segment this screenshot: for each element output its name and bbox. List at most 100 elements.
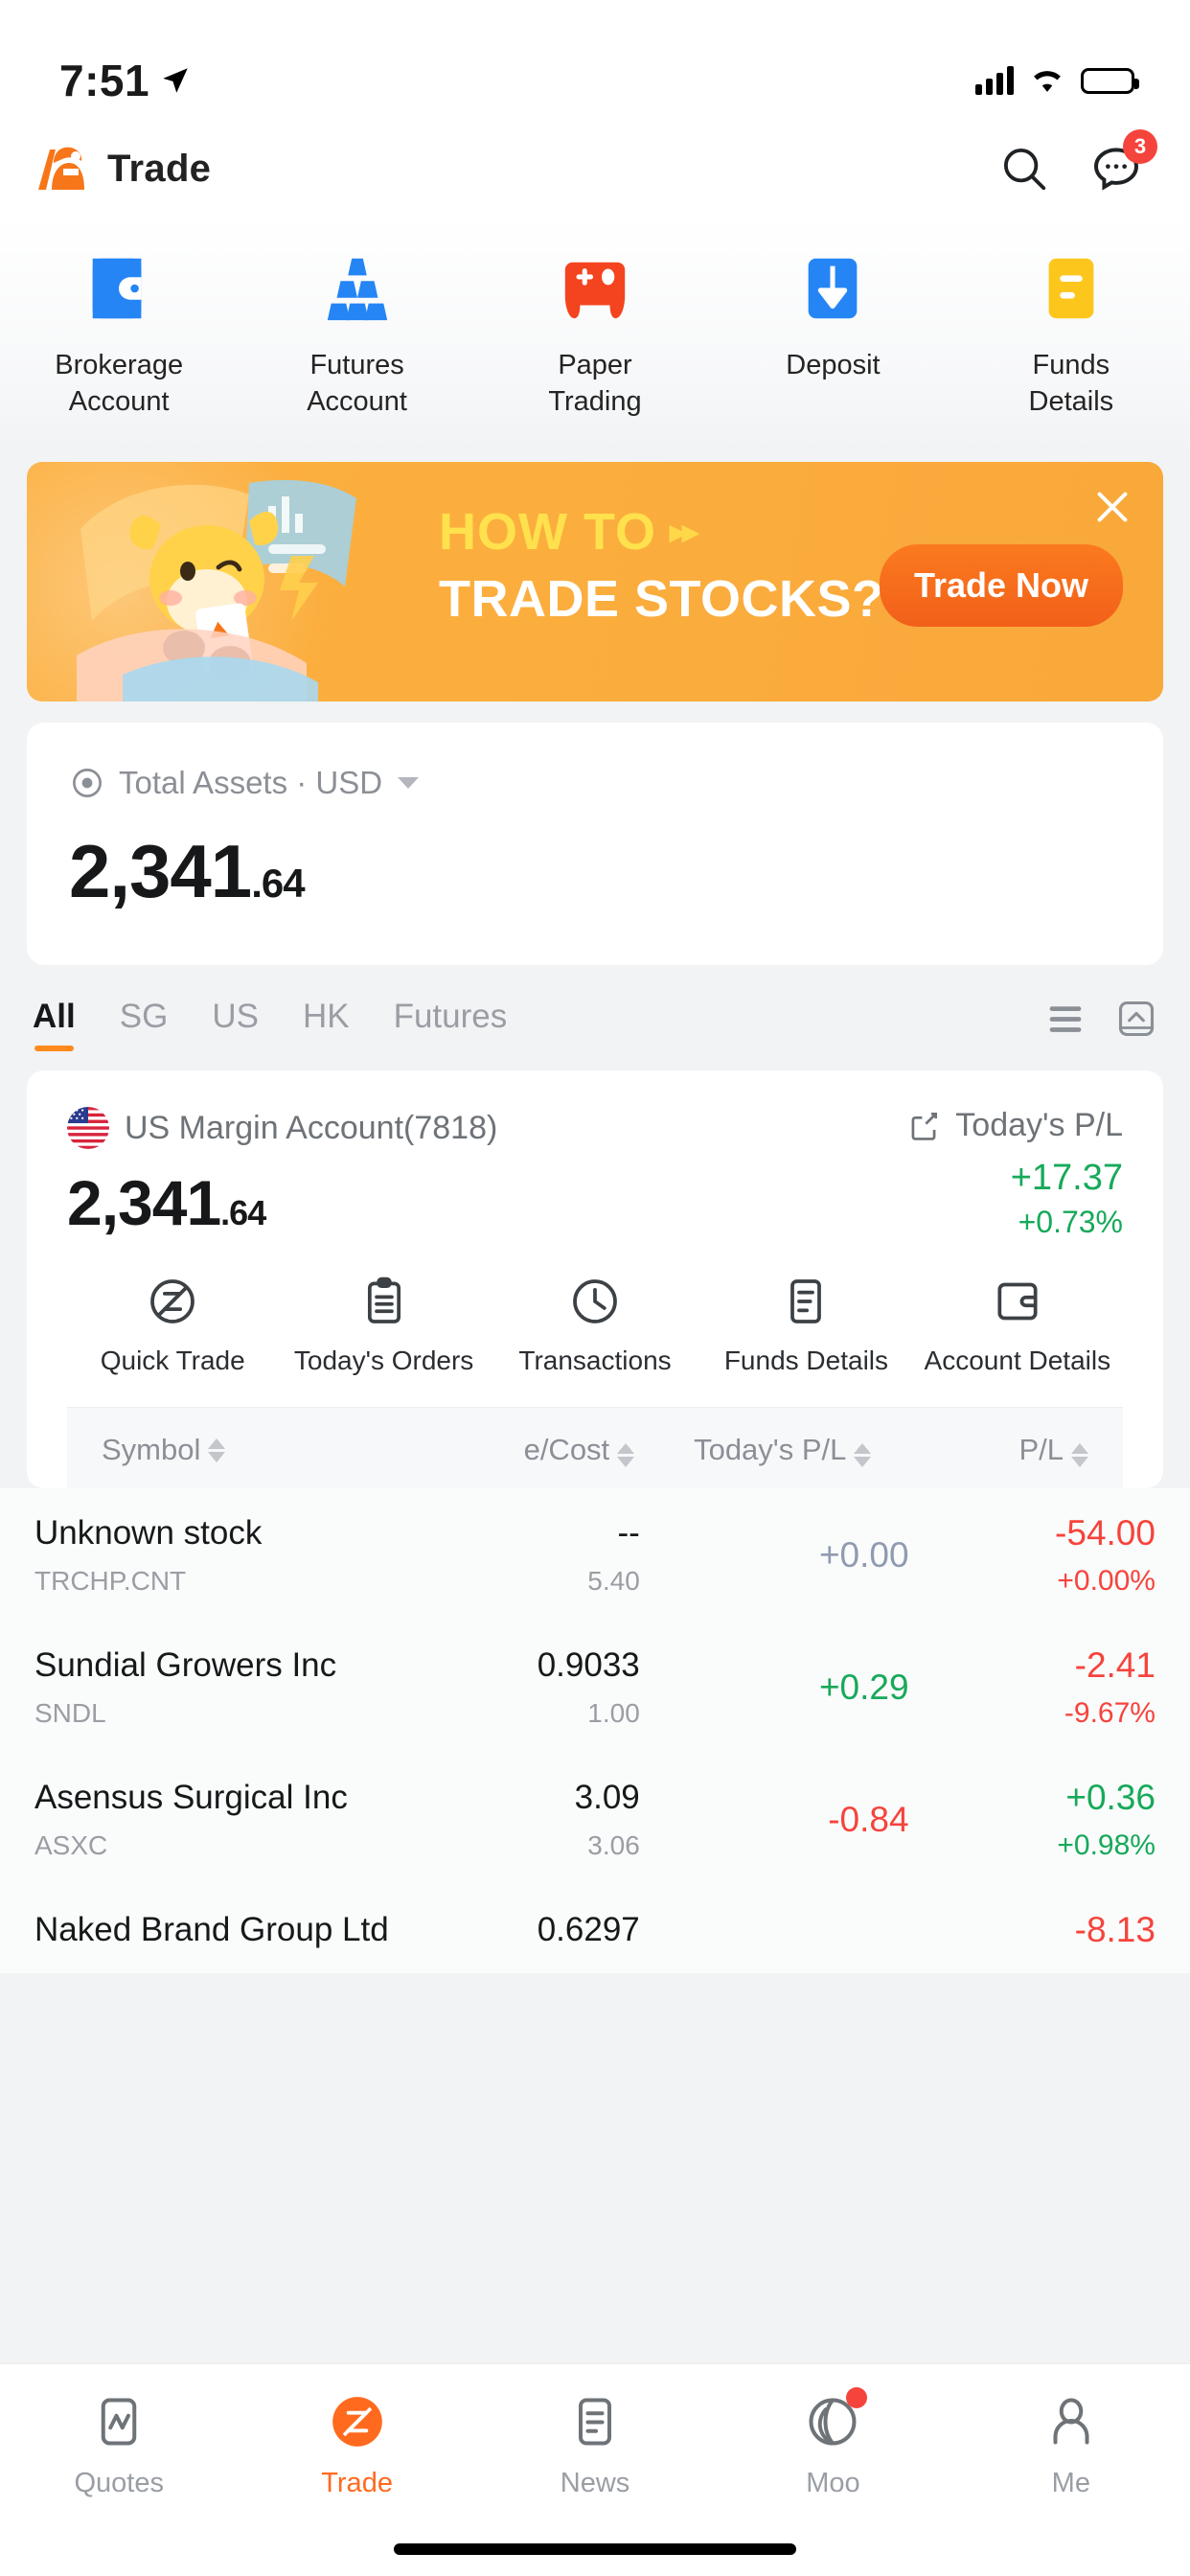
promo-banner[interactable]: HOW TO ▸▸ TRADE STOCKS? Trade Now: [27, 462, 1163, 702]
total-assets-value: 2,341.64: [69, 828, 1121, 915]
tab-hk[interactable]: HK: [303, 998, 350, 1051]
account-action-transactions[interactable]: Transactions: [490, 1273, 700, 1376]
wallet-icon: [78, 247, 160, 330]
trade-now-button[interactable]: Trade Now: [879, 544, 1123, 627]
total-assets-decimal: .64: [251, 861, 305, 906]
nav-item-label: News: [560, 2468, 630, 2498]
table-row[interactable]: Unknown stock TRCHP.CNT -- 5.40 +0.00 -5…: [0, 1488, 1190, 1621]
market-tab-list: All SG US HK Futures: [33, 998, 507, 1051]
nav-item-trade[interactable]: Trade: [238, 2389, 475, 2499]
sort-icon[interactable]: [854, 1443, 872, 1467]
collapse-card-icon[interactable]: [1115, 998, 1157, 1040]
status-bar-indicators: [975, 66, 1139, 95]
table-row[interactable]: Asensus Surgical Inc ASXC 3.09 3.06 -0.8…: [0, 1753, 1190, 1885]
app-header: Trade 3: [0, 123, 1190, 215]
clock-icon: [566, 1273, 624, 1330]
todays-pl-amount: +17.37: [1010, 1158, 1123, 1198]
quick-action-futures-account[interactable]: Futures Account: [238, 247, 475, 420]
holding-cost: 5.40: [587, 1566, 640, 1596]
column-header-price-cost[interactable]: e/Cost: [407, 1433, 635, 1467]
account-card-top: US Margin Account(7818) 2,341.64 Today's…: [67, 1107, 1123, 1240]
holding-todays-pl: +0.29: [818, 1668, 909, 1707]
holdings-table-header: Symbol e/Cost Today's P/L P/L: [67, 1407, 1123, 1488]
table-row[interactable]: Naked Brand Group Ltd 0.6297 -8.13: [0, 1885, 1190, 1973]
holding-name: Asensus Surgical Inc: [34, 1779, 348, 1816]
holding-ticker: ASXC: [34, 1830, 108, 1860]
nav-item-quotes[interactable]: Quotes: [0, 2389, 238, 2499]
tab-sg[interactable]: SG: [120, 998, 169, 1051]
status-bar: 7:51: [0, 0, 1190, 123]
account-value-integer: 2,341: [67, 1167, 221, 1238]
clipboard-icon: [355, 1273, 413, 1330]
quick-action-label: Paper Trading: [548, 350, 642, 417]
holding-symbol-cell: Asensus Surgical Inc ASXC: [34, 1779, 382, 1861]
column-header-pl[interactable]: P/L: [871, 1433, 1088, 1467]
holding-price-cost-cell: -- 5.40: [382, 1514, 640, 1597]
holding-price-cost-cell: 0.9033 1.00: [382, 1646, 640, 1729]
eye-visibility-icon[interactable]: [69, 765, 105, 801]
page-title: Trade: [107, 147, 212, 190]
todays-pl-values: +17.37 +0.73%: [905, 1158, 1123, 1240]
quick-action-label: Deposit: [786, 350, 881, 380]
holding-pl: +0.36: [1065, 1778, 1156, 1817]
tab-all[interactable]: All: [33, 998, 76, 1051]
column-header-symbol[interactable]: Symbol: [102, 1433, 407, 1467]
total-assets-card: Total Assets · USD 2,341.64: [27, 723, 1163, 965]
person-icon: [1039, 2389, 1104, 2454]
gold-bars-icon: [316, 247, 399, 330]
todays-pl-label: Today's P/L: [955, 1107, 1123, 1143]
banner-line-1: HOW TO ▸▸: [439, 502, 884, 562]
chevron-down-icon[interactable]: [398, 777, 420, 789]
quick-action-label: Brokerage Account: [55, 350, 184, 417]
holding-pl: -2.41: [1074, 1645, 1156, 1685]
todays-pl-header[interactable]: Today's P/L: [905, 1107, 1123, 1144]
holding-pl-cell: -2.41 -9.67%: [909, 1645, 1156, 1730]
account-action-label: Transactions: [518, 1346, 672, 1375]
account-name-row[interactable]: US Margin Account(7818): [67, 1107, 497, 1149]
share-icon[interactable]: [905, 1108, 942, 1144]
account-action-label: Account Details: [924, 1346, 1111, 1375]
account-action-todays-orders[interactable]: Today's Orders: [278, 1273, 489, 1376]
nav-item-moo[interactable]: Moo: [714, 2387, 951, 2499]
account-value: 2,341.64: [67, 1166, 497, 1239]
close-icon[interactable]: [1090, 485, 1134, 529]
nav-item-news[interactable]: News: [476, 2389, 714, 2499]
quick-action-brokerage-account[interactable]: Brokerage Account: [0, 247, 238, 420]
column-header-todays-pl[interactable]: Today's P/L: [634, 1433, 872, 1467]
sort-icon[interactable]: [617, 1443, 635, 1467]
tab-us[interactable]: US: [212, 998, 259, 1051]
account-action-account-details[interactable]: Account Details: [912, 1273, 1123, 1376]
account-action-funds-details[interactable]: Funds Details: [700, 1273, 911, 1376]
quick-actions-row: Brokerage Account Futures Account Paper Tra: [0, 215, 1190, 448]
account-action-label: Quick Trade: [100, 1346, 245, 1375]
table-row[interactable]: Sundial Growers Inc SNDL 0.9033 1.00 +0.…: [0, 1621, 1190, 1753]
nav-item-me[interactable]: Me: [952, 2389, 1190, 2499]
moomoo-bull-logo: [38, 147, 84, 190]
total-assets-integer: 2,341: [69, 829, 252, 913]
quick-action-paper-trading[interactable]: Paper Trading: [476, 247, 714, 420]
account-action-quick-trade[interactable]: Quick Trade: [67, 1273, 278, 1376]
account-name: US Margin Account(7818): [125, 1109, 498, 1146]
market-tab-tools: [1044, 998, 1157, 1051]
status-time: 7:51: [59, 56, 150, 105]
list-view-icon[interactable]: [1044, 1000, 1087, 1038]
sort-icon[interactable]: [1070, 1443, 1088, 1467]
column-header-todays-pl-label: Today's P/L: [694, 1433, 847, 1466]
quick-action-deposit[interactable]: Deposit: [714, 247, 951, 420]
location-arrow-icon: [163, 68, 188, 93]
tab-futures[interactable]: Futures: [394, 998, 508, 1051]
account-card: US Margin Account(7818) 2,341.64 Today's…: [27, 1070, 1163, 1488]
chat-bubble-icon[interactable]: 3: [1087, 129, 1157, 198]
total-assets-header[interactable]: Total Assets · USD: [69, 765, 1121, 801]
nav-item-label: Moo: [806, 2468, 860, 2498]
quick-action-funds-details[interactable]: Funds Details: [952, 247, 1190, 420]
holding-symbol-cell: Sundial Growers Inc SNDL: [34, 1646, 382, 1729]
account-summary[interactable]: US Margin Account(7818) 2,341.64: [67, 1107, 497, 1239]
bottom-navigation: Quotes Trade News Moo Me: [0, 2363, 1190, 2576]
moo-notification-dot: [846, 2387, 868, 2408]
search-icon[interactable]: [995, 139, 1054, 198]
holding-price: 3.09: [574, 1779, 640, 1816]
holding-pl-percent: +0.98%: [1057, 1829, 1156, 1861]
sort-icon[interactable]: [208, 1438, 226, 1462]
quick-trade-icon: [144, 1273, 201, 1330]
